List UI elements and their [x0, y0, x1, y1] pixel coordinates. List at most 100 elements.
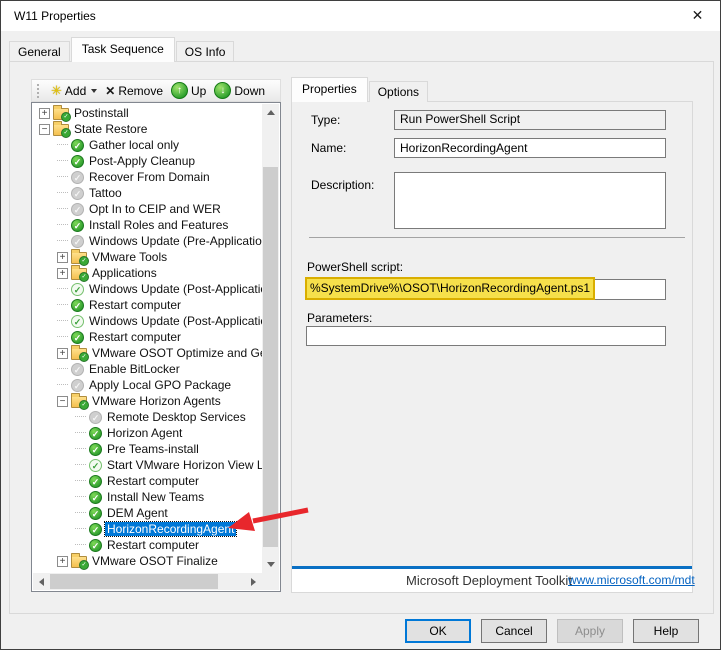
horizontal-scrollbar-thumb[interactable]	[50, 574, 218, 589]
name-input[interactable]	[394, 138, 666, 158]
tree-item-label[interactable]: State Restore	[72, 122, 149, 136]
tree-item[interactable]: +✓VMware Tools	[33, 249, 262, 265]
tree-item[interactable]: ✓Remote Desktop Services	[33, 409, 262, 425]
scroll-left-button[interactable]	[33, 573, 50, 590]
tree-item-label[interactable]: Windows Update (Post-Application Ins	[87, 314, 262, 328]
type-label: Type:	[311, 113, 340, 127]
ok-button[interactable]: OK	[405, 619, 471, 643]
remove-x-icon: ✕	[105, 84, 115, 98]
tree-item-label[interactable]: Gather local only	[87, 138, 181, 152]
description-textarea[interactable]	[394, 172, 666, 229]
add-button[interactable]: ✳ Add	[47, 81, 101, 101]
down-button[interactable]: ↓ Down	[210, 81, 269, 101]
tree-item[interactable]: ✓Start VMware Horizon View Logon	[33, 457, 262, 473]
collapse-icon[interactable]: −	[39, 124, 50, 135]
tree-item-label[interactable]: Postinstall	[72, 106, 131, 120]
tree-item[interactable]: ✓Tattoo	[33, 185, 262, 201]
tree-item[interactable]: ✓Install Roles and Features	[33, 217, 262, 233]
tree-item-label[interactable]: Install Roles and Features	[87, 218, 230, 232]
tree-item[interactable]: ✓Horizon Agent	[33, 425, 262, 441]
scroll-right-button[interactable]	[245, 573, 262, 590]
tree-item[interactable]: +✓VMware OSOT Finalize	[33, 553, 262, 569]
tree-item[interactable]: −✓VMware Horizon Agents	[33, 393, 262, 409]
tree-item[interactable]: +✓Applications	[33, 265, 262, 281]
powershell-script-field[interactable]: %SystemDrive%\OSOT\HorizonRecordingAgent…	[306, 279, 666, 300]
expand-icon[interactable]: +	[57, 556, 68, 567]
tree-item-label[interactable]: Restart computer	[87, 298, 183, 312]
tree-item-label[interactable]: Pre Teams-install	[105, 442, 201, 456]
check-gray-icon: ✓	[71, 187, 84, 200]
tree-item-label[interactable]: VMware OSOT Optimize and Generali	[90, 346, 262, 360]
mdt-link[interactable]: www.microsoft.com/mdt	[568, 573, 695, 587]
tree-item-label[interactable]: Start VMware Horizon View Logon	[105, 458, 262, 472]
remove-button[interactable]: ✕ Remove	[101, 81, 167, 101]
expand-icon[interactable]: +	[39, 108, 50, 119]
cancel-button[interactable]: Cancel	[481, 619, 547, 643]
expand-icon[interactable]: +	[57, 268, 68, 279]
tree-item-label[interactable]: DEM Agent	[105, 506, 170, 520]
check-green-icon: ✓	[89, 427, 102, 440]
tab-general[interactable]: General	[9, 41, 70, 62]
tree-item[interactable]: ✓Restart computer	[33, 473, 262, 489]
tree-item[interactable]: ✓Gather local only	[33, 137, 262, 153]
close-icon[interactable]: ✕	[675, 1, 720, 30]
vertical-scrollbar-thumb[interactable]	[263, 167, 278, 547]
help-button[interactable]: Help	[633, 619, 699, 643]
tree-item-label[interactable]: Enable BitLocker	[87, 362, 182, 376]
tree-item[interactable]: ✓Pre Teams-install	[33, 441, 262, 457]
tree-item[interactable]: ✓Recover From Domain	[33, 169, 262, 185]
add-dropdown-caret-icon[interactable]	[91, 89, 97, 93]
tree-item[interactable]: ✓DEM Agent	[33, 505, 262, 521]
parameters-input[interactable]	[306, 326, 666, 346]
tree-connector	[57, 160, 68, 162]
tree-item-label[interactable]: Remote Desktop Services	[105, 410, 248, 424]
expand-icon[interactable]: +	[57, 252, 68, 263]
scroll-down-button[interactable]	[262, 556, 279, 573]
tree-item[interactable]: ✓Post-Apply Cleanup	[33, 153, 262, 169]
collapse-icon[interactable]: −	[57, 396, 68, 407]
tree-item-label[interactable]: HorizonRecordingAgent	[105, 522, 236, 536]
tree-vertical-scrollbar[interactable]	[262, 104, 279, 573]
tree-item[interactable]: ✓Apply Local GPO Package	[33, 377, 262, 393]
tree-item[interactable]: −✓State Restore	[33, 121, 262, 137]
tree-item-label[interactable]: Tattoo	[87, 186, 124, 200]
check-green-icon: ✓	[71, 219, 84, 232]
tree-item-label[interactable]: Windows Update (Pre-Application Inst	[87, 234, 262, 248]
tree-item[interactable]: +✓Postinstall	[33, 105, 262, 121]
tree-item-label[interactable]: VMware Horizon Agents	[90, 394, 223, 408]
tree-item[interactable]: ✓Restart computer	[33, 297, 262, 313]
tree-item-label[interactable]: Restart computer	[105, 474, 201, 488]
tree-item-label[interactable]: Windows Update (Post-Application Ins	[87, 282, 262, 296]
tree-item-label[interactable]: Post-Apply Cleanup	[87, 154, 197, 168]
tree-item[interactable]: ✓Windows Update (Post-Application Ins	[33, 313, 262, 329]
tree-item-label[interactable]: Restart computer	[105, 538, 201, 552]
tree-horizontal-scrollbar[interactable]	[33, 573, 262, 590]
tree-item[interactable]: ✓Windows Update (Post-Application Ins	[33, 281, 262, 297]
tree-item-label[interactable]: Restart computer	[87, 330, 183, 344]
tree-item[interactable]: ✓Enable BitLocker	[33, 361, 262, 377]
scroll-up-button[interactable]	[262, 104, 279, 121]
tree-item[interactable]: ✓Install New Teams	[33, 489, 262, 505]
tree-connector	[57, 192, 68, 194]
task-sequence-tree[interactable]: +✓Postinstall−✓State Restore✓Gather loca…	[33, 105, 262, 573]
tree-item-label[interactable]: Opt In to CEIP and WER	[87, 202, 223, 216]
tree-item[interactable]: ✓HorizonRecordingAgent	[33, 521, 262, 537]
tree-item-label[interactable]: Applications	[90, 266, 159, 280]
tree-item-label[interactable]: VMware Tools	[90, 250, 169, 264]
tab-options[interactable]: Options	[369, 81, 428, 102]
expand-icon[interactable]: +	[57, 348, 68, 359]
tree-item[interactable]: +✓VMware OSOT Optimize and Generali	[33, 345, 262, 361]
tab-os-info[interactable]: OS Info	[176, 41, 235, 62]
tab-properties[interactable]: Properties	[291, 77, 368, 102]
tree-item-label[interactable]: Recover From Domain	[87, 170, 212, 184]
tree-item[interactable]: ✓Opt In to CEIP and WER	[33, 201, 262, 217]
up-button[interactable]: ↑ Up	[167, 81, 210, 101]
tree-item-label[interactable]: Horizon Agent	[105, 426, 184, 440]
tree-item[interactable]: ✓Windows Update (Pre-Application Inst	[33, 233, 262, 249]
tree-item-label[interactable]: VMware OSOT Finalize	[90, 554, 220, 568]
tree-item-label[interactable]: Install New Teams	[105, 490, 206, 504]
tree-item[interactable]: ✓Restart computer	[33, 329, 262, 345]
tree-item[interactable]: ✓Restart computer	[33, 537, 262, 553]
tab-task-sequence[interactable]: Task Sequence	[71, 37, 175, 62]
tree-item-label[interactable]: Apply Local GPO Package	[87, 378, 233, 392]
